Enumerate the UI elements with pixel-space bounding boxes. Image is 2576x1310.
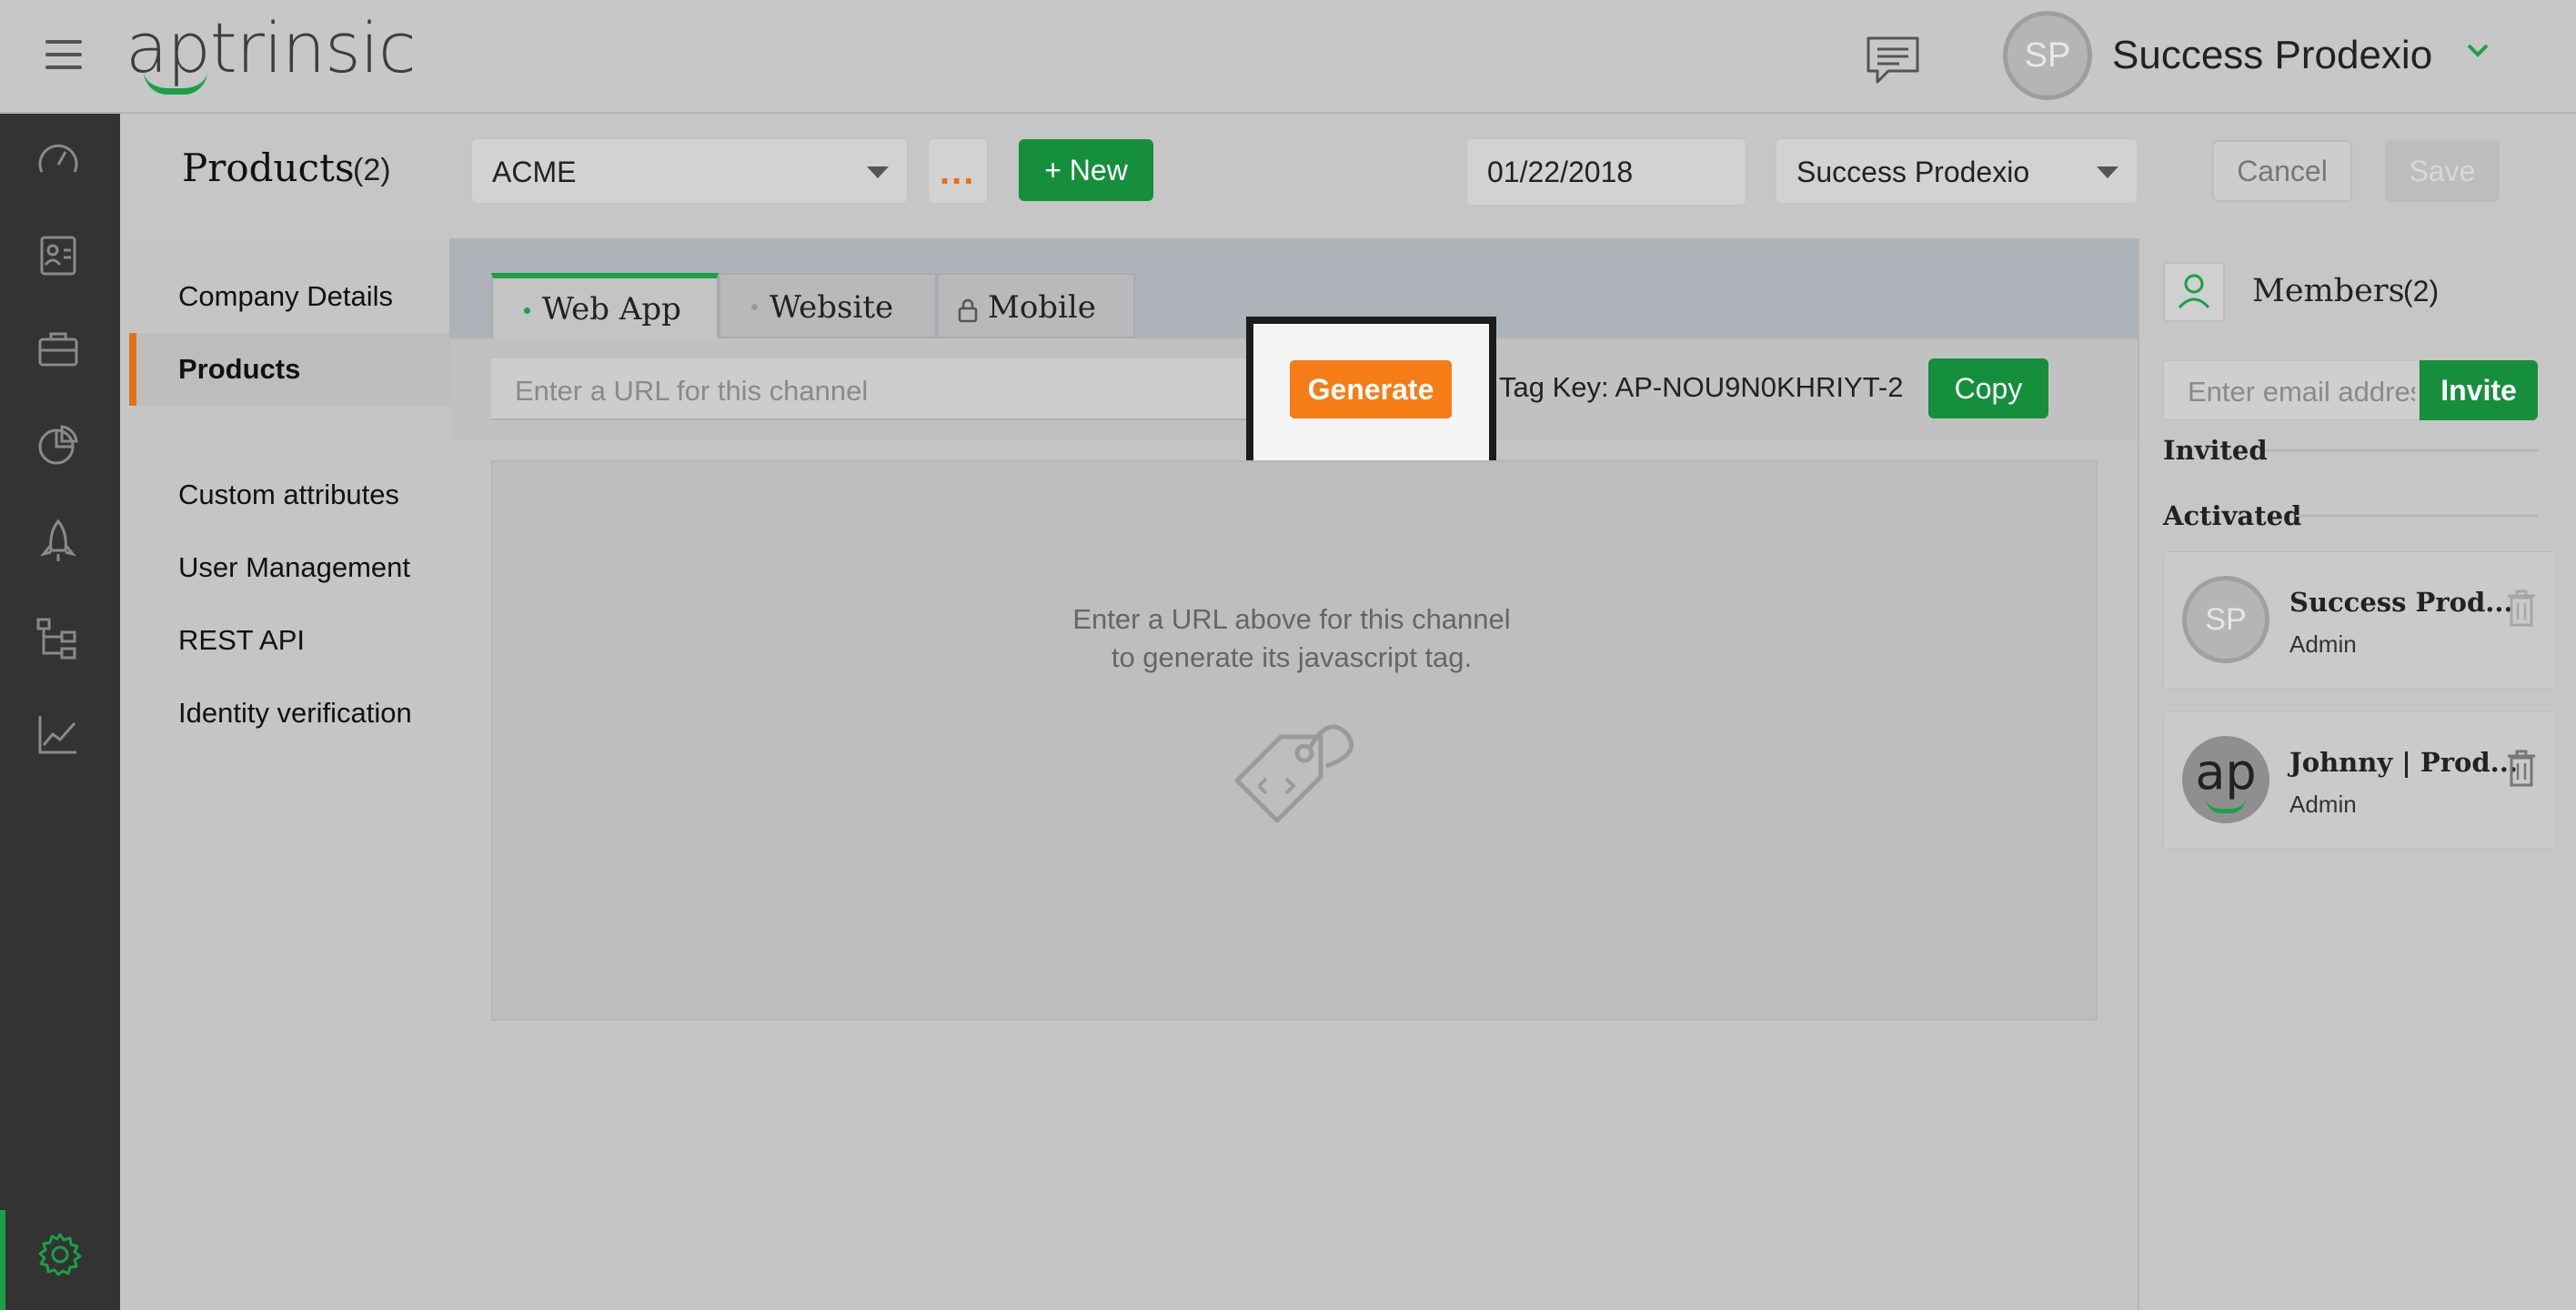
member-role: Admin [2289, 791, 2357, 818]
divider [2265, 449, 2538, 451]
tab-website[interactable]: Website [719, 273, 937, 338]
side-nav [0, 114, 120, 1310]
journey-icon[interactable] [35, 614, 82, 661]
avatar-initials: ap [2195, 743, 2257, 801]
chevron-down-icon[interactable] [2465, 42, 2490, 60]
tab-label: Mobile [988, 289, 1096, 326]
page-title: Products [182, 146, 355, 190]
product-count: (2) [353, 153, 391, 187]
tab-label: Web App [542, 291, 681, 328]
product-select[interactable]: ACME [471, 138, 908, 204]
chat-icon[interactable] [1865, 35, 1921, 87]
members-title: Members [2252, 273, 2405, 309]
trash-icon[interactable] [2506, 589, 2537, 627]
empty-state-line-2: to generate its javascript tag. [1111, 641, 1473, 673]
tab-mobile[interactable]: Mobile [937, 273, 1135, 338]
cancel-button[interactable]: Cancel [2212, 140, 2352, 202]
member-card[interactable]: ap Johnny | Prod... Admin [2163, 711, 2556, 850]
member-name: Johnny | Prod... [2289, 747, 2518, 778]
hamburger-menu-icon[interactable] [45, 40, 82, 73]
member-role: Admin [2289, 630, 2357, 658]
lock-icon [957, 295, 979, 323]
trash-icon[interactable] [2506, 749, 2537, 787]
more-options-button[interactable]: ... [928, 138, 988, 204]
member-card[interactable]: SP Success Prod... Admin [2163, 551, 2556, 690]
settings-item-identity-verification[interactable]: Identity verification [178, 697, 412, 730]
owner-select[interactable]: Success Prodexio [1776, 138, 2138, 204]
tab-label: Website [770, 289, 894, 326]
owner-select-value: Success Prodexio [1796, 156, 2030, 188]
date-field[interactable]: 01/22/2018 [1466, 138, 1746, 206]
settings-item-label: Products [178, 353, 301, 385]
product-select-value: ACME [492, 156, 577, 188]
caret-down-icon [2097, 166, 2118, 178]
settings-icon[interactable] [36, 1231, 84, 1278]
copy-button[interactable]: Copy [1928, 358, 2048, 418]
settings-item-rest-api[interactable]: REST API [178, 624, 305, 657]
reports-icon[interactable] [35, 421, 82, 469]
invite-button[interactable]: Invite [2420, 360, 2538, 420]
settings-item-custom-attributes[interactable]: Custom attributes [178, 479, 399, 511]
email-placeholder: Enter email address [2188, 376, 2415, 408]
more-dots-icon: ... [940, 152, 976, 192]
settings-item-products[interactable]: Products [129, 333, 449, 406]
empty-state-line-1: Enter a URL above for this channel [1072, 603, 1511, 635]
activated-section-label: Activated [2163, 500, 2302, 531]
tag-icon [1219, 706, 1364, 852]
date-value: 01/22/2018 [1487, 156, 1634, 188]
active-dot-icon [524, 307, 530, 314]
users-icon[interactable] [35, 230, 82, 277]
new-product-button[interactable]: + New [1019, 139, 1153, 201]
invited-section-label: Invited [2163, 435, 2268, 466]
user-avatar[interactable]: SP [2003, 11, 2092, 100]
analytics-icon[interactable] [35, 710, 82, 758]
settings-item-user-management[interactable]: User Management [178, 551, 410, 584]
settings-item-company-details[interactable]: Company Details [178, 280, 393, 313]
members-count: (2) [2403, 275, 2440, 307]
empty-state-message: Enter a URL above for this channel to ge… [910, 600, 1674, 677]
engagements-icon[interactable] [35, 518, 82, 565]
dashboard-icon[interactable] [35, 137, 82, 185]
accounts-icon[interactable] [35, 325, 82, 372]
divider [2296, 515, 2538, 517]
invite-email-input[interactable]: Enter email address [2163, 360, 2420, 420]
save-button[interactable]: Save [2385, 140, 2500, 202]
channel-url-input[interactable]: Enter a URL for this channel [491, 358, 1292, 420]
avatar: SP [2182, 576, 2269, 663]
avatar: ap [2182, 736, 2269, 823]
tab-web-app[interactable]: Web App [491, 273, 719, 338]
user-name[interactable]: Success Prodexio [2112, 33, 2432, 78]
avatar-smile-mark [2206, 798, 2246, 813]
tag-key-label: Tag Key: AP-NOU9N0KHRIYT-2 [1499, 371, 1904, 403]
url-placeholder: Enter a URL for this channel [515, 375, 869, 407]
generate-button[interactable]: Generate [1290, 360, 1452, 418]
inactive-dot-icon [751, 304, 758, 310]
member-name: Success Prod... [2289, 587, 2513, 618]
user-icon [2163, 262, 2225, 322]
caret-down-icon [867, 166, 889, 178]
nav-active-indicator [0, 1210, 5, 1310]
